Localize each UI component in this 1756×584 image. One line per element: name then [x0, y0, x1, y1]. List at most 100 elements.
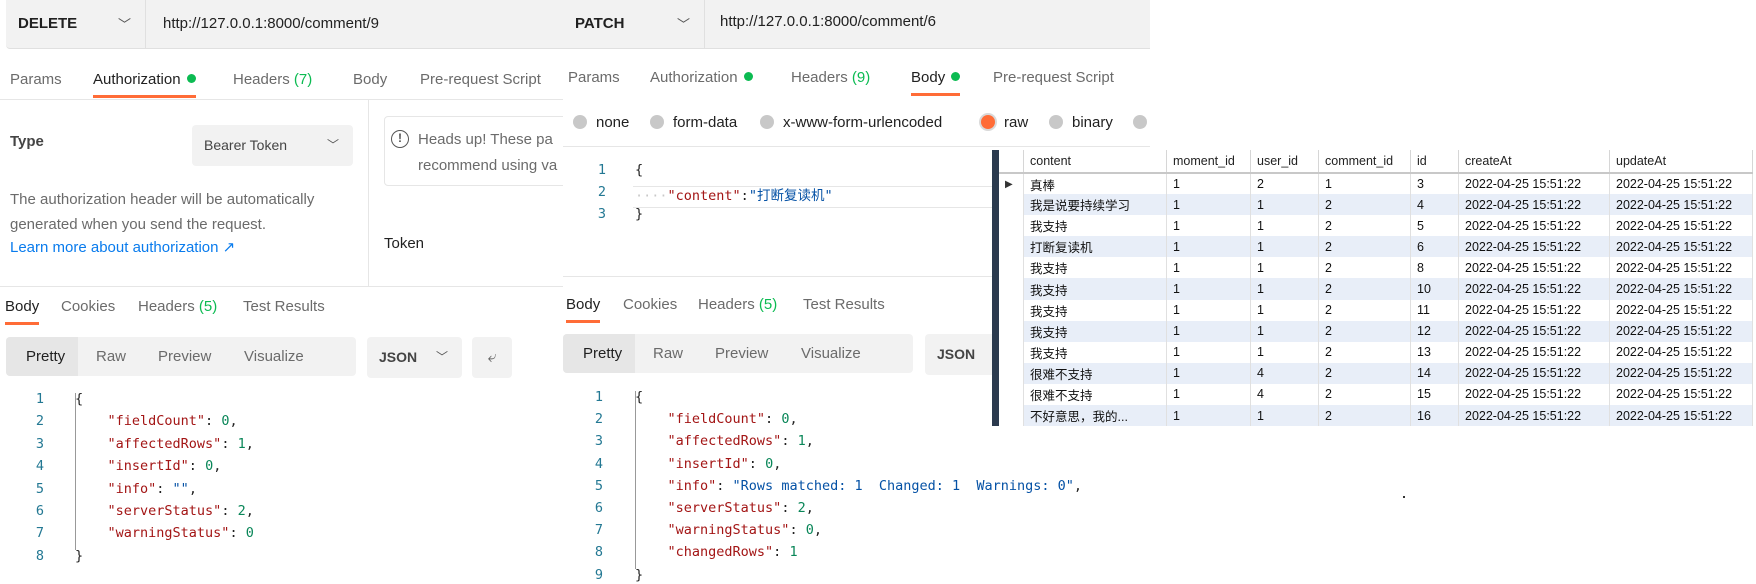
row-selector[interactable] [995, 362, 1024, 384]
cell-moment-id[interactable]: 1 [1166, 278, 1251, 300]
row-selector[interactable] [995, 257, 1024, 279]
cell-id[interactable]: 16 [1410, 405, 1459, 427]
cell-id[interactable]: 3 [1410, 173, 1459, 195]
cell-user-id[interactable]: 1 [1250, 405, 1319, 427]
cell-updateat[interactable]: 2022-04-25 15:51:22 [1609, 405, 1753, 427]
auth-type-select[interactable]: Bearer Token ﹀ [192, 125, 353, 166]
cell-content[interactable]: 我支持 [1023, 215, 1167, 237]
row-selector[interactable] [995, 236, 1024, 258]
tab-pre-request-script[interactable]: Pre-request Script [993, 69, 1114, 86]
cell-content[interactable]: 很难不支持 [1023, 383, 1167, 406]
tab-cookies[interactable]: Cookies [61, 298, 115, 315]
cell-createat[interactable]: 2022-04-25 15:51:22 [1458, 405, 1610, 427]
tab-body[interactable]: Body [5, 298, 40, 325]
cell-comment-id[interactable]: 2 [1318, 341, 1411, 363]
cell-content[interactable]: 我支持 [1023, 299, 1167, 321]
radio-x-www-form-urlencoded[interactable]: x-www-form-urlencoded [760, 114, 942, 131]
row-selector[interactable] [995, 405, 1024, 427]
cell-comment-id[interactable]: 2 [1318, 236, 1411, 258]
view-mode-preview[interactable]: Preview [158, 348, 211, 365]
radio-form-data[interactable]: form-data [650, 114, 737, 131]
cell-updateat[interactable]: 2022-04-25 15:51:22 [1609, 173, 1753, 195]
cell-user-id[interactable]: 1 [1250, 215, 1319, 237]
cell-user-id[interactable]: 1 [1250, 257, 1319, 279]
table-row[interactable]: 不好意思，我的... 1 1 2 16 2022-04-25 15:51:22 2022-0… [995, 405, 1753, 427]
column-header-comment-id[interactable]: comment_id [1318, 150, 1411, 174]
cell-comment-id[interactable]: 2 [1318, 320, 1411, 342]
radio-raw[interactable]: raw [981, 114, 1028, 131]
cell-updateat[interactable]: 2022-04-25 15:51:22 [1609, 320, 1753, 342]
cell-id[interactable]: 5 [1410, 215, 1459, 237]
cell-updateat[interactable]: 2022-04-25 15:51:22 [1609, 194, 1753, 216]
tab-headers[interactable]: Headers (9) [791, 69, 870, 86]
cell-moment-id[interactable]: 1 [1166, 215, 1251, 237]
cell-content[interactable]: 我是说要持续学习 [1023, 194, 1167, 216]
view-mode-pretty[interactable]: Pretty [26, 348, 65, 365]
method-select[interactable]: DELETE ﹀ [6, 0, 146, 49]
row-selector[interactable] [995, 278, 1024, 300]
cell-comment-id[interactable]: 2 [1318, 362, 1411, 384]
cell-user-id[interactable]: 1 [1250, 236, 1319, 258]
tab-params[interactable]: Params [568, 69, 620, 86]
view-mode-preview[interactable]: Preview [715, 345, 768, 362]
cell-user-id[interactable]: 1 [1250, 194, 1319, 216]
wrap-lines-button[interactable]: ⤶ [472, 337, 512, 378]
cell-id[interactable]: 14 [1410, 362, 1459, 384]
column-header-createat[interactable]: createAt [1458, 150, 1610, 174]
cell-comment-id[interactable]: 2 [1318, 383, 1411, 406]
cell-user-id[interactable]: 1 [1250, 299, 1319, 321]
cell-moment-id[interactable]: 1 [1166, 341, 1251, 363]
table-row[interactable]: ▶ 真棒 1 2 1 3 2022-04-25 15:51:22 2022-04-25 15:… [995, 173, 1753, 195]
table-row[interactable]: 我支持 1 1 2 8 2022-04-25 15:51:22 2022-04-25 15:… [995, 257, 1753, 279]
cell-moment-id[interactable]: 1 [1166, 362, 1251, 384]
cell-user-id[interactable]: 2 [1250, 173, 1319, 195]
cell-createat[interactable]: 2022-04-25 15:51:22 [1458, 257, 1610, 279]
column-header-id[interactable]: id [1410, 150, 1459, 174]
column-header-content[interactable]: content [1023, 150, 1167, 174]
cell-updateat[interactable]: 2022-04-25 15:51:22 [1609, 257, 1753, 279]
cell-createat[interactable]: 2022-04-25 15:51:22 [1458, 299, 1610, 321]
table-row[interactable]: 我支持 1 1 2 12 2022-04-25 15:51:22 2022-04-25 15… [995, 320, 1753, 342]
row-selector[interactable] [995, 320, 1024, 342]
tab-pre-request-script[interactable]: Pre-request Script [420, 71, 541, 88]
cell-comment-id[interactable]: 2 [1318, 215, 1411, 237]
tab-test-results[interactable]: Test Results [243, 298, 325, 315]
table-row[interactable]: 我支持 1 1 2 11 2022-04-25 15:51:22 2022-04-25 15… [995, 299, 1753, 321]
tab-headers[interactable]: Headers (5) [138, 298, 217, 315]
cell-id[interactable]: 13 [1410, 341, 1459, 363]
learn-more-link[interactable]: Learn more about authorization ↗ [10, 238, 235, 256]
cell-id[interactable]: 10 [1410, 278, 1459, 300]
row-selector[interactable] [995, 341, 1024, 363]
cell-moment-id[interactable]: 1 [1166, 405, 1251, 427]
table-row[interactable]: 很难不支持 1 4 2 15 2022-04-25 15:51:22 2022-04-25 … [995, 383, 1753, 406]
cell-updateat[interactable]: 2022-04-25 15:51:22 [1609, 362, 1753, 384]
view-mode-raw[interactable]: Raw [96, 348, 126, 365]
cell-moment-id[interactable]: 1 [1166, 194, 1251, 216]
url-input[interactable]: http://127.0.0.1:8000/comment/6 [720, 13, 936, 30]
view-mode-visualize[interactable]: Visualize [244, 348, 304, 365]
column-header-moment-id[interactable]: moment_id [1166, 150, 1251, 174]
cell-updateat[interactable]: 2022-04-25 15:51:22 [1609, 278, 1753, 300]
cell-createat[interactable]: 2022-04-25 15:51:22 [1458, 320, 1610, 342]
cell-comment-id[interactable]: 2 [1318, 257, 1411, 279]
tab-authorization[interactable]: Authorization [93, 71, 196, 98]
cell-user-id[interactable]: 4 [1250, 383, 1319, 406]
cell-updateat[interactable]: 2022-04-25 15:51:22 [1609, 236, 1753, 258]
cell-createat[interactable]: 2022-04-25 15:51:22 [1458, 278, 1610, 300]
cell-comment-id[interactable]: 2 [1318, 299, 1411, 321]
cell-id[interactable]: 4 [1410, 194, 1459, 216]
cell-comment-id[interactable]: 2 [1318, 405, 1411, 427]
format-select[interactable]: JSON ﹀ [367, 337, 462, 378]
cell-moment-id[interactable]: 1 [1166, 320, 1251, 342]
cell-content[interactable]: 不好意思，我的... [1023, 405, 1167, 427]
column-header-user-id[interactable]: user_id [1250, 150, 1319, 174]
table-row[interactable]: 我支持 1 1 2 5 2022-04-25 15:51:22 2022-04-25 15:… [995, 215, 1753, 237]
radio-binary[interactable]: binary [1049, 114, 1113, 131]
cell-content[interactable]: 很难不支持 [1023, 362, 1167, 384]
view-mode-raw[interactable]: Raw [653, 345, 683, 362]
radio-none[interactable]: none [573, 114, 629, 131]
view-mode-pretty[interactable]: Pretty [583, 345, 622, 362]
cell-comment-id[interactable]: 2 [1318, 194, 1411, 216]
cell-comment-id[interactable]: 1 [1318, 173, 1411, 195]
cell-updateat[interactable]: 2022-04-25 15:51:22 [1609, 383, 1753, 406]
